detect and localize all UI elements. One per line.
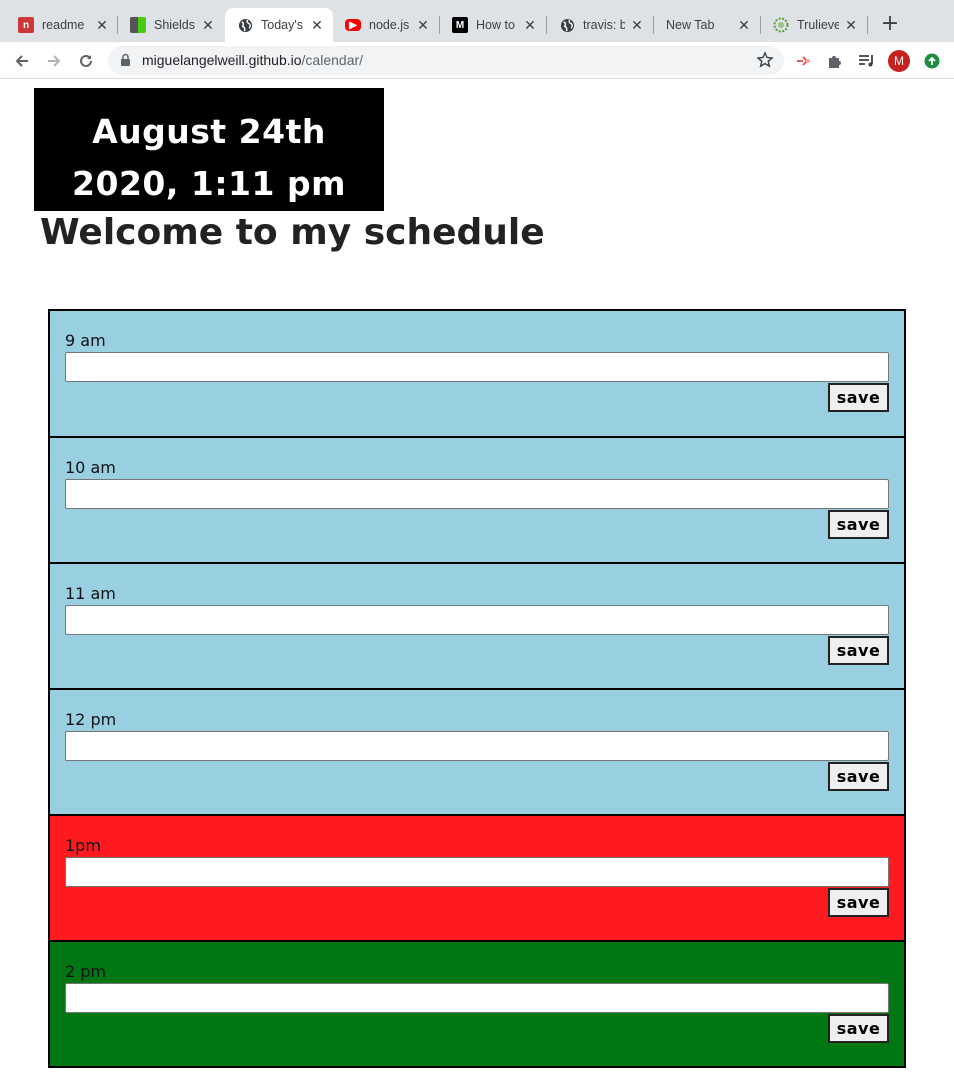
time-block-1pm: 1pm save [48, 814, 906, 942]
browser-toolbar: miguelangelweill.github.io/calendar/ M [0, 42, 954, 79]
medium-icon: M [452, 17, 468, 33]
puzzle-icon[interactable] [824, 50, 846, 72]
tab-title: readme [42, 18, 85, 32]
tab-shields[interactable]: Shields ✕ [118, 8, 224, 42]
lock-icon [121, 53, 130, 66]
close-icon[interactable]: ✕ [94, 17, 110, 34]
time-block-12pm: 12 pm save [48, 688, 906, 816]
tab-title: Today's [261, 18, 303, 32]
close-icon[interactable]: ✕ [309, 17, 325, 34]
tab-title: travis: b [583, 18, 625, 32]
time-block-2pm: 2 pm save [48, 940, 906, 1068]
youtube-icon: ▶ [345, 19, 361, 31]
tab-title: Trulieve [797, 18, 839, 32]
arrow-left-icon [15, 55, 28, 67]
back-button[interactable] [9, 48, 35, 74]
media-queue-icon[interactable] [856, 50, 878, 72]
save-button[interactable]: save [828, 1014, 889, 1043]
save-button[interactable]: save [828, 888, 889, 917]
save-button[interactable]: save [828, 762, 889, 791]
close-icon[interactable]: ✕ [522, 17, 538, 34]
tab-new-tab[interactable]: New Tab ✕ [654, 8, 760, 42]
arrow-right-icon [48, 55, 61, 67]
event-input[interactable] [65, 352, 889, 382]
trulieve-icon [773, 17, 789, 33]
tab-title: Shields [154, 18, 195, 32]
tab-nodejs[interactable]: ▶ node.js ✕ [333, 8, 439, 42]
globe-icon [559, 17, 575, 33]
globe-icon [237, 17, 253, 33]
event-input[interactable] [65, 731, 889, 761]
time-block-10am: 10 am save [48, 436, 906, 564]
hour-label: 11 am [65, 584, 116, 603]
reload-icon [80, 54, 92, 67]
update-icon[interactable] [921, 50, 943, 72]
extension-icon[interactable] [792, 50, 814, 72]
page-title: Welcome to my schedule [40, 212, 545, 253]
close-icon[interactable]: ✕ [629, 17, 645, 34]
hour-label: 9 am [65, 331, 106, 350]
close-icon[interactable]: ✕ [736, 17, 752, 34]
save-button[interactable]: save [828, 636, 889, 665]
tab-readme[interactable]: n readme ✕ [6, 8, 118, 42]
bookmark-star-icon[interactable] [756, 51, 774, 69]
current-date-display: August 24th 2020, 1:11 pm [34, 88, 384, 211]
tab-trulieve[interactable]: Trulieve ✕ [761, 8, 867, 42]
save-button[interactable]: save [828, 510, 889, 539]
close-icon[interactable]: ✕ [843, 17, 859, 34]
hour-label: 12 pm [65, 710, 117, 729]
page-content: August 24th 2020, 1:11 pm Welcome to my … [0, 80, 954, 1080]
address-bar[interactable]: miguelangelweill.github.io/calendar/ [108, 46, 784, 75]
save-button[interactable]: save [828, 383, 889, 412]
hour-label: 2 pm [65, 962, 107, 981]
close-icon[interactable]: ✕ [200, 17, 216, 34]
tab-title: How to [476, 18, 515, 32]
avatar[interactable]: M [888, 50, 910, 72]
tab-todays[interactable]: Today's ✕ [225, 8, 333, 42]
date-line-1: August 24th [92, 112, 326, 151]
hour-label: 10 am [65, 458, 116, 477]
tab-travis[interactable]: travis: b ✕ [547, 8, 653, 42]
tab-title: New Tab [666, 18, 715, 32]
forward-button[interactable] [41, 48, 67, 74]
time-block-9am: 9 am save [48, 309, 906, 438]
tab-strip: n readme ✕ Shields ✕ Today's ✕ ▶ node.js… [0, 0, 954, 42]
close-icon[interactable]: ✕ [415, 17, 431, 34]
shields-icon [130, 17, 146, 33]
new-tab-button[interactable]: + [878, 13, 902, 37]
tab-title: node.js [369, 18, 410, 32]
event-input[interactable] [65, 857, 889, 887]
event-input[interactable] [65, 479, 889, 509]
url-text: miguelangelweill.github.io/calendar/ [142, 52, 364, 68]
tab-how-to[interactable]: M How to ✕ [440, 8, 546, 42]
hour-label: 1pm [65, 836, 101, 855]
event-input[interactable] [65, 605, 889, 635]
event-input[interactable] [65, 983, 889, 1013]
npm-icon: n [18, 17, 34, 33]
reload-button[interactable] [73, 48, 99, 74]
schedule-list: 9 am save 10 am save 11 am save 12 pm sa… [48, 309, 906, 1068]
time-block-11am: 11 am save [48, 562, 906, 690]
date-line-2: 2020, 1:11 pm [72, 164, 346, 203]
